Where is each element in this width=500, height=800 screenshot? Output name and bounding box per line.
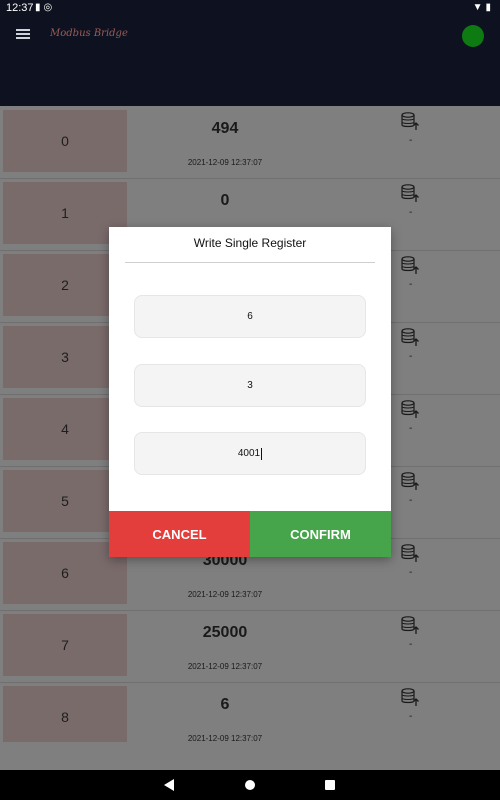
wifi-icon: ▼ <box>472 2 486 13</box>
register-status: - <box>409 639 413 650</box>
text-cursor <box>261 447 263 460</box>
register-row[interactable]: 7 25000 2021-12-09 12:37:07 - <box>0 610 500 683</box>
register-timestamp: 2021-12-09 12:37:07 <box>187 662 263 671</box>
register-address-value: 3 <box>247 380 253 391</box>
register-status: - <box>409 279 413 290</box>
register-row[interactable]: 8 6 2021-12-09 12:37:07 - <box>0 682 500 742</box>
system-nav-bar <box>0 770 500 800</box>
confirm-button[interactable]: CONFIRM <box>250 511 391 557</box>
register-address-box[interactable]: 8 <box>3 686 127 742</box>
register-value: 6 <box>220 696 230 713</box>
register-status: - <box>409 423 413 434</box>
database-upload-icon[interactable] <box>400 543 420 563</box>
home-icon[interactable] <box>245 780 255 790</box>
app-title: Modbus Bridge <box>50 28 128 39</box>
register-status: - <box>409 711 413 722</box>
database-upload-icon[interactable] <box>400 327 420 347</box>
register-address-field[interactable]: 3 <box>134 364 366 407</box>
register-value: 494 <box>211 120 239 137</box>
register-timestamp: 2021-12-09 12:37:07 <box>187 590 263 599</box>
database-upload-icon[interactable] <box>400 111 420 131</box>
sd-card-icon: ▮ <box>35 2 44 13</box>
dialog-divider <box>125 262 375 263</box>
status-left-icons: ▮◎ <box>35 2 55 13</box>
register-value: 0 <box>220 192 230 209</box>
register-value: 25000 <box>202 624 248 641</box>
database-upload-icon[interactable] <box>400 255 420 275</box>
battery-icon: ▮ <box>485 2 494 13</box>
cancel-button[interactable]: CANCEL <box>109 511 250 557</box>
status-right-icons: ▼▮ <box>473 2 494 13</box>
register-timestamp: 2021-12-09 12:37:07 <box>187 734 263 742</box>
register-row[interactable]: 0 494 2021-12-09 12:37:07 - <box>0 106 500 179</box>
register-value-text: 4001 <box>237 448 261 459</box>
status-bar: 12:37 ▮◎ ▼▮ <box>0 0 500 16</box>
back-icon[interactable] <box>164 779 174 791</box>
register-address-box[interactable]: 0 <box>3 110 127 172</box>
status-time: 12:37 <box>6 2 34 14</box>
recents-icon[interactable] <box>325 780 335 790</box>
slave-id-value: 6 <box>247 311 253 322</box>
database-upload-icon[interactable] <box>400 615 420 635</box>
register-status: - <box>409 351 413 362</box>
register-timestamp: 2021-12-09 12:37:07 <box>187 158 263 167</box>
database-upload-icon[interactable] <box>400 471 420 491</box>
database-upload-icon[interactable] <box>400 183 420 203</box>
register-status: - <box>409 135 413 146</box>
database-upload-icon[interactable] <box>400 687 420 707</box>
vpn-icon: ◎ <box>43 2 56 13</box>
database-upload-icon[interactable] <box>400 399 420 419</box>
register-status: - <box>409 207 413 218</box>
hamburger-menu-icon[interactable] <box>16 29 30 39</box>
write-register-dialog: Write Single Register 6 3 4001 CANCEL CO… <box>109 227 391 557</box>
dialog-title: Write Single Register <box>193 236 307 250</box>
connection-status-indicator[interactable] <box>462 25 484 47</box>
register-address-box[interactable]: 7 <box>3 614 127 676</box>
slave-id-field[interactable]: 6 <box>134 295 366 338</box>
register-status: - <box>409 567 413 578</box>
register-value-field[interactable]: 4001 <box>134 432 366 475</box>
app-bar: Modbus Bridge <box>0 16 500 106</box>
register-status: - <box>409 495 413 506</box>
